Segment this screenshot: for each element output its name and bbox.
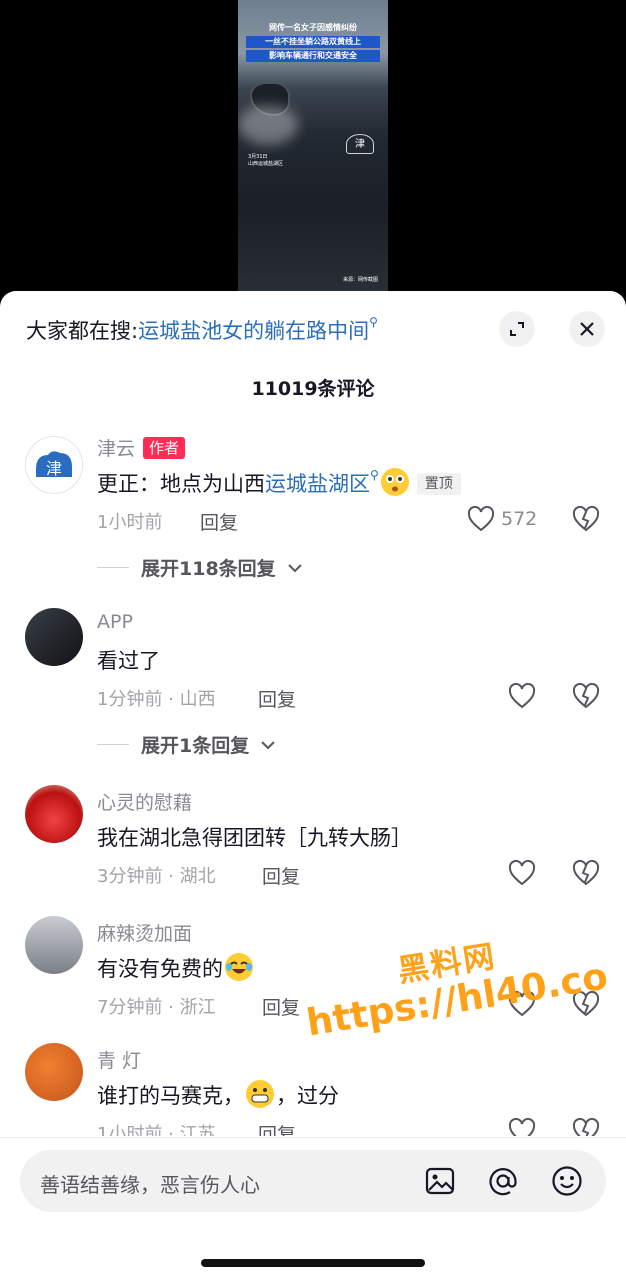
video-caption-1: 网传一名女子因感情纠纷: [269, 23, 357, 32]
laughing-tears-emoji-icon: [225, 953, 253, 981]
comment-text: 谁打的马赛克， ，过分: [97, 1080, 339, 1110]
comment-input-placeholder: 善语结善缘，恶言伤人心: [40, 1173, 260, 1197]
video-caption-3: 影响车辆通行和交通安全: [246, 50, 380, 62]
comment-username[interactable]: 心灵的慰藉: [97, 788, 192, 815]
emoji-button[interactable]: [550, 1164, 584, 1198]
reply-button[interactable]: 回复: [200, 508, 238, 535]
divider: [97, 567, 129, 568]
avatar[interactable]: [25, 608, 83, 666]
heart-icon: [508, 860, 536, 886]
dislike-button[interactable]: [572, 1117, 600, 1136]
jinyun-logo-icon: 津: [36, 451, 72, 478]
comment-meta: 7分钟前 · 浙江: [97, 997, 216, 1018]
image-button[interactable]: [423, 1164, 457, 1198]
comment-username[interactable]: 麻辣烫加面: [97, 919, 192, 946]
comment-text-part: ，过分: [276, 1084, 339, 1108]
close-button[interactable]: [569, 311, 605, 347]
author-badge: 作者: [143, 437, 186, 459]
smoke: [238, 105, 298, 145]
pinned-badge: 置顶: [416, 473, 461, 495]
divider: [97, 744, 129, 745]
expand-replies[interactable]: 展开1条回复: [97, 731, 275, 758]
video-caption-2: 一丝不挂坐躺公路双黄线上: [246, 36, 380, 48]
emoji-icon: [552, 1166, 582, 1196]
reply-button[interactable]: 回复: [258, 1120, 296, 1136]
comment-meta: 3分钟前 · 湖北: [97, 866, 216, 887]
comment-text-part: 更正：地点为山西: [97, 472, 265, 496]
comment-count: 11019条评论: [251, 378, 375, 400]
broken-heart-icon: [572, 859, 600, 886]
heart-icon: [467, 506, 495, 532]
comment-username[interactable]: 青 灯: [97, 1046, 141, 1073]
like-count: 572: [501, 508, 538, 530]
image-icon: [425, 1167, 455, 1195]
video-frame: 网传一名女子因感情纠纷 一丝不挂坐躺公路双黄线上 影响车辆通行和交通安全 津 3…: [238, 0, 388, 295]
hot-search[interactable]: 大家都在搜:运城盐池女的躺在路中间⚲: [26, 315, 378, 345]
dislike-button[interactable]: [572, 682, 600, 713]
broken-heart-icon: [572, 505, 600, 532]
home-indicator: [201, 1259, 425, 1267]
comment-text: 更正：地点为山西运城盐湖区⚲ 置顶: [97, 468, 461, 498]
comment-text: 我在湖北急得团团转［九转大肠］: [97, 826, 412, 850]
avatar[interactable]: 津: [25, 436, 83, 494]
mention-button[interactable]: [486, 1164, 520, 1198]
comment-meta: 1小时前: [97, 512, 163, 533]
chevron-down-icon: [261, 740, 275, 749]
heart-icon: [508, 683, 536, 709]
comment-text-part: 谁打的马赛克，: [97, 1084, 244, 1108]
avatar[interactable]: [25, 785, 83, 843]
avatar[interactable]: [25, 916, 83, 974]
comment-username[interactable]: APP: [97, 611, 133, 633]
avatar[interactable]: [25, 1043, 83, 1101]
comment-meta: 1小时前 · 江苏: [97, 1124, 216, 1136]
video-date-line1: 3月31日: [248, 154, 268, 160]
dislike-button[interactable]: [572, 859, 600, 890]
dislike-button[interactable]: [572, 505, 600, 536]
close-icon: [580, 322, 594, 336]
video-source: 来源：网传截图: [342, 277, 378, 283]
expand-icon: [510, 322, 524, 336]
reply-button[interactable]: 回复: [258, 685, 296, 712]
like-button[interactable]: [508, 683, 536, 709]
search-icon: ⚲: [370, 468, 379, 482]
comment-keyword-link[interactable]: 运城盐湖区: [265, 472, 370, 496]
flushed-emoji-icon: [380, 468, 409, 496]
chevron-down-icon: [287, 563, 302, 572]
like-button[interactable]: 572: [467, 506, 537, 532]
hot-search-prefix: 大家都在搜:: [26, 319, 139, 343]
expand-replies-label: 展开1条回复: [141, 735, 250, 757]
expand-replies-label: 展开118条回复: [141, 558, 276, 580]
reply-button[interactable]: 回复: [262, 993, 300, 1020]
svg-text:津: 津: [46, 459, 62, 478]
broken-heart-icon: [572, 1117, 600, 1136]
at-icon: [489, 1168, 517, 1196]
heart-icon: [508, 1118, 536, 1136]
username-text: 津云: [97, 438, 136, 460]
hot-search-keyword[interactable]: 运城盐池女的躺在路中间: [138, 319, 369, 343]
like-button[interactable]: [508, 860, 536, 886]
comment-input-bar: 善语结善缘，恶言伤人心: [0, 1137, 626, 1280]
grimace-emoji-icon: [246, 1080, 274, 1108]
expand-replies[interactable]: 展开118条回复: [97, 554, 302, 581]
broken-heart-icon: [572, 682, 600, 709]
video-player[interactable]: 网传一名女子因感情纠纷 一丝不挂坐躺公路双黄线上 影响车辆通行和交通安全 津 3…: [0, 0, 626, 300]
comment-meta: 1分钟前 · 山西: [97, 689, 216, 710]
video-logo: 津: [346, 134, 374, 154]
comment-sheet: 大家都在搜:运城盐池女的躺在路中间⚲ 11019条评论 津 津云 作者 更正：地点…: [0, 291, 626, 1280]
comment-text: 有没有免费的: [97, 953, 255, 983]
comment-input[interactable]: 善语结善缘，恶言伤人心: [20, 1150, 606, 1212]
like-button[interactable]: [508, 1118, 536, 1136]
reply-button[interactable]: 回复: [262, 862, 300, 889]
video-date-line2: 山西运城盐湖区: [248, 161, 284, 167]
search-icon: ⚲: [369, 315, 378, 329]
comment-username[interactable]: 津云 作者: [97, 434, 186, 461]
comment-text: 看过了: [97, 649, 160, 673]
comment-text-part: 有没有免费的: [97, 957, 223, 981]
video-date: 3月31日 山西运城盐湖区: [248, 154, 283, 168]
expand-button[interactable]: [499, 311, 535, 347]
